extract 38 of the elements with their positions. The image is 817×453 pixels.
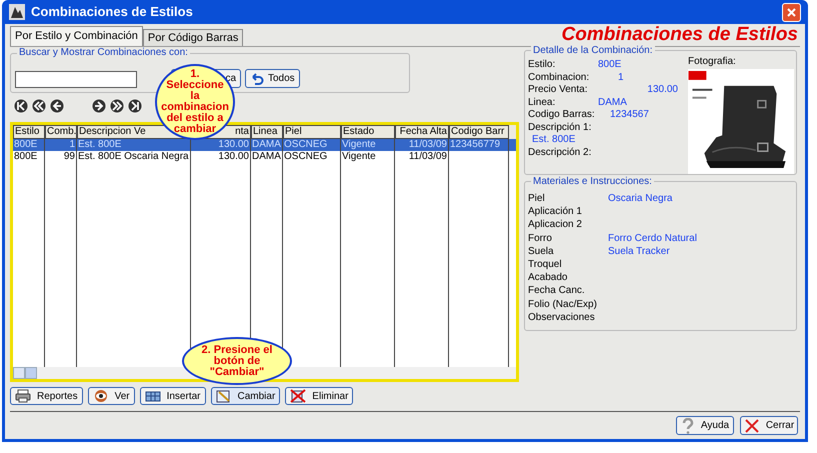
- field-label: Precio Venta:: [528, 84, 588, 96]
- field-label: Troquel: [528, 258, 563, 272]
- field-label: Descripción 2:: [528, 146, 592, 159]
- field-value: Forro Cerdo Natural: [608, 232, 697, 246]
- field-label: Descripción 1:: [528, 122, 592, 134]
- field-value: DAMA: [598, 96, 627, 109]
- field-value: Suela Tracker: [608, 244, 670, 259]
- table-cell: OSCNEG: [283, 151, 341, 163]
- field-label: Suela: [528, 244, 555, 259]
- table-cell: 800E: [13, 151, 45, 163]
- photo-label: Fotografia:: [688, 55, 737, 69]
- field-label: Estilo:: [528, 59, 556, 72]
- field-label: Aplicación 1: [528, 205, 583, 220]
- table-cell: Vigente: [341, 151, 395, 163]
- field-label: Acabado: [528, 271, 568, 286]
- field-label: Observaciones: [528, 310, 596, 325]
- field-value: 800E: [598, 59, 622, 72]
- field-value: 1: [617, 72, 624, 84]
- table-cell: Est. 800E Oscaria Negra: [77, 151, 191, 163]
- field-label: Forro: [528, 232, 553, 246]
- field-label: Codigo Barras:: [528, 109, 596, 122]
- table-cell: 130.00: [191, 151, 251, 163]
- table-cell: 11/03/09: [395, 151, 449, 163]
- table-cell: 99: [45, 151, 77, 163]
- field-label: Combinacion:: [528, 72, 590, 84]
- field-value: 130.00: [646, 84, 678, 96]
- page-heading: Combinaciones de Estilos: [562, 24, 799, 46]
- field-label: Linea:: [528, 96, 556, 109]
- field-value: Est. 800E: [531, 134, 576, 146]
- field-value: 1234567: [609, 109, 649, 122]
- field-label: Aplicacion 2: [528, 218, 583, 232]
- group-label: Buscar y Mostrar Combinaciones con:: [17, 47, 190, 59]
- window-title: Combinaciones de Estilos: [31, 3, 194, 22]
- field-label: Fecha Canc.: [528, 284, 586, 298]
- table-cell: DAMA: [251, 151, 283, 163]
- field-label: Piel: [528, 192, 546, 206]
- field-value: Oscaria Negra: [608, 192, 672, 206]
- field-label: Folio (Nac/Exp): [528, 298, 598, 312]
